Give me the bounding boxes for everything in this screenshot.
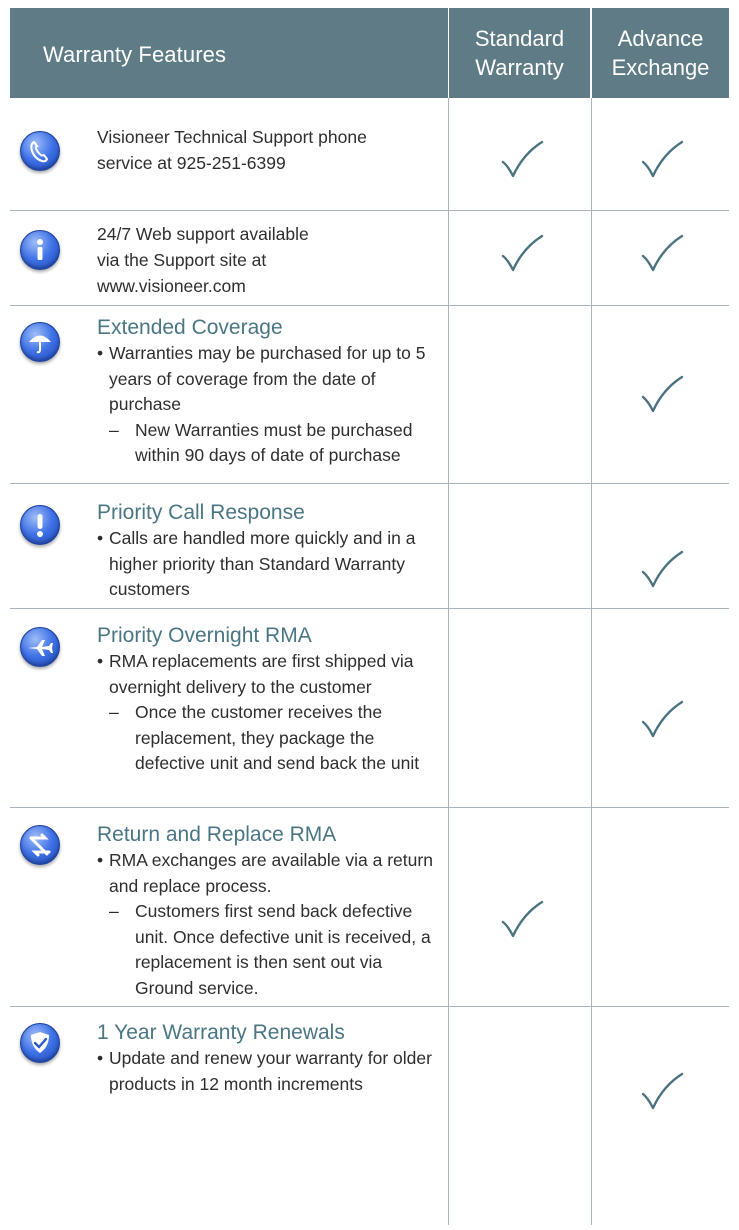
standard-check-icon xyxy=(500,234,544,274)
feature-bullet: Calls are handled more quickly and in a … xyxy=(97,526,442,603)
row-divider xyxy=(10,210,729,211)
feature-text-line: via the Support site at xyxy=(97,250,267,270)
row-divider xyxy=(10,608,729,609)
header-standard-line2: Warranty xyxy=(475,55,564,80)
advance-check-icon xyxy=(640,375,684,415)
feature-text-line: service at 925-251-6399 xyxy=(97,153,286,173)
feature-text-line: 24/7 Web support available xyxy=(97,224,309,244)
standard-check-icon xyxy=(500,140,544,180)
row-divider xyxy=(10,807,729,808)
header-features-label: Warranty Features xyxy=(43,42,227,67)
feature-sub-bullet: New Warranties must be purchased within … xyxy=(97,418,442,469)
header-standard-line1: Standard xyxy=(474,26,565,51)
warranty-comparison-table: Warranty Features Standard Warranty Adva… xyxy=(0,0,739,1230)
phone-icon xyxy=(20,131,60,171)
swap-arrows-icon xyxy=(20,825,60,865)
airplane-icon xyxy=(20,627,60,667)
feature-bullet: RMA replacements are first shipped via o… xyxy=(97,649,442,700)
exclamation-icon xyxy=(20,505,60,545)
header-standard-warranty-cell: Standard Warranty xyxy=(449,8,590,98)
column-divider-standard xyxy=(591,98,592,1225)
header-features-cell: Warranty Features xyxy=(10,8,448,98)
feature-title: Extended Coverage xyxy=(97,316,283,339)
feature-bullet: Warranties may be purchased for up to 5 … xyxy=(97,341,442,418)
column-divider-features xyxy=(448,98,449,1225)
feature-title: Return and Replace RMA xyxy=(97,823,337,846)
feature-sub-bullet: Customers first send back defective unit… xyxy=(97,899,442,1001)
umbrella-icon xyxy=(20,322,60,362)
advance-check-icon xyxy=(640,1072,684,1112)
feature-bullet: RMA exchanges are available via a return… xyxy=(97,848,442,899)
feature-title: 1 Year Warranty Renewals xyxy=(97,1021,345,1044)
feature-text-line: Visioneer Technical Support phone xyxy=(97,127,367,147)
info-icon xyxy=(20,230,60,270)
advance-check-icon xyxy=(640,234,684,274)
feature-title: Priority Call Response xyxy=(97,501,305,524)
advance-check-icon xyxy=(640,140,684,180)
feature-bullet: Update and renew your warranty for older… xyxy=(97,1046,442,1097)
row-divider xyxy=(10,483,729,484)
header-advance-line1: Advance xyxy=(617,26,704,51)
advance-check-icon xyxy=(640,550,684,590)
row-divider xyxy=(10,1006,729,1007)
shield-check-icon xyxy=(20,1023,60,1063)
advance-check-icon xyxy=(640,700,684,740)
header-advance-line2: Exchange xyxy=(611,55,710,80)
feature-title: Priority Overnight RMA xyxy=(97,624,312,647)
feature-sub-bullet: Once the customer receives the replaceme… xyxy=(97,700,442,777)
feature-text-line: www.visioneer.com xyxy=(97,276,246,296)
row-divider xyxy=(10,305,729,306)
header-advance-exchange-cell: Advance Exchange xyxy=(592,8,729,98)
standard-check-icon xyxy=(500,900,544,940)
